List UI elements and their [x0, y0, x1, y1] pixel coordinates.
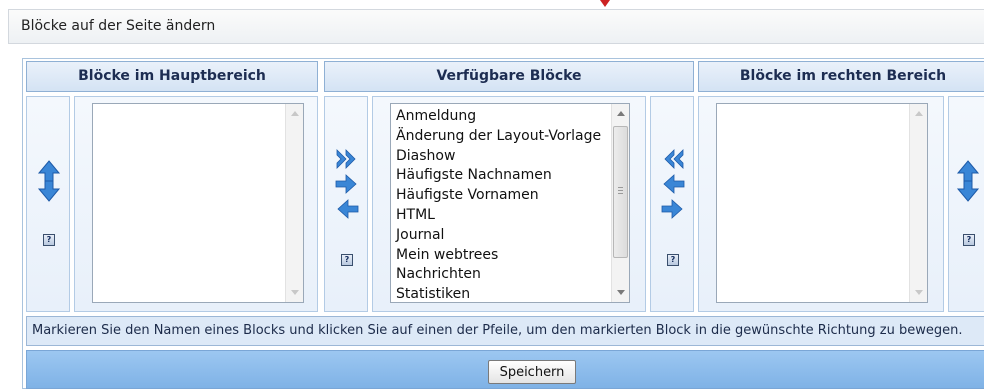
help-icon[interactable]: ? — [963, 234, 975, 246]
right-area-list-scrollbar[interactable] — [909, 104, 927, 302]
right-area-order-cell: ? — [948, 96, 984, 312]
page-title-bar: Blöcke auf der Seite ändern — [8, 9, 984, 44]
move-to-right-icon[interactable] — [660, 173, 686, 195]
list-item[interactable]: Anmeldung — [391, 107, 629, 127]
list-item[interactable]: Häufigste Vornamen — [391, 186, 629, 206]
list-item[interactable]: Statistiken — [391, 285, 629, 302]
move-all-to-main-icon[interactable] — [334, 148, 360, 170]
available-blocks-cell: Anmeldung Änderung der Layout-Vorlage Di… — [372, 96, 646, 312]
move-to-main-icon[interactable] — [334, 173, 360, 195]
available-blocks-header: Verfügbare Blöcke — [324, 61, 694, 92]
list-item[interactable]: Änderung der Layout-Vorlage — [391, 127, 629, 147]
help-icon[interactable]: ? — [667, 254, 679, 266]
move-all-to-right-icon[interactable] — [660, 148, 686, 170]
list-item[interactable]: Nachrichten — [391, 265, 629, 285]
list-item[interactable]: Mein webtrees — [391, 246, 629, 266]
move-from-main-icon[interactable] — [334, 198, 360, 220]
move-main-cell: ? — [324, 96, 368, 312]
list-item[interactable]: HTML — [391, 206, 629, 226]
main-area-header: Blöcke im Hauptbereich — [26, 61, 318, 92]
move-from-right-icon[interactable] — [660, 198, 686, 220]
page-title: Blöcke auf der Seite ändern — [21, 18, 216, 34]
right-area-list-cell — [698, 96, 944, 312]
scroll-marker-icon — [600, 0, 610, 7]
right-area-block-list[interactable] — [716, 103, 928, 303]
right-area-header: Blöcke im rechten Bereich — [698, 61, 984, 92]
available-blocks-list[interactable]: Anmeldung Änderung der Layout-Vorlage Di… — [390, 103, 630, 303]
instructions-text: Markieren Sie den Namen eines Blocks und… — [26, 316, 984, 346]
available-list-scrollbar[interactable] — [611, 104, 629, 302]
list-item[interactable]: Diashow — [391, 147, 629, 167]
footer-bar: Speichern — [26, 350, 984, 389]
main-area-list-scrollbar[interactable] — [285, 104, 303, 302]
main-area-list-cell — [74, 96, 318, 312]
up-down-arrows-icon[interactable] — [37, 159, 61, 203]
help-icon[interactable]: ? — [341, 254, 353, 266]
move-right-cell: ? — [650, 96, 694, 312]
up-down-arrows-icon[interactable] — [956, 159, 980, 203]
scrollbar-thumb[interactable] — [613, 126, 628, 258]
main-area-order-cell: ? — [26, 96, 70, 312]
save-button[interactable]: Speichern — [488, 360, 576, 384]
help-icon[interactable]: ? — [43, 234, 55, 246]
list-item[interactable]: Häufigste Nachnamen — [391, 166, 629, 186]
list-item[interactable]: Journal — [391, 226, 629, 246]
main-area-block-list[interactable] — [92, 103, 304, 303]
